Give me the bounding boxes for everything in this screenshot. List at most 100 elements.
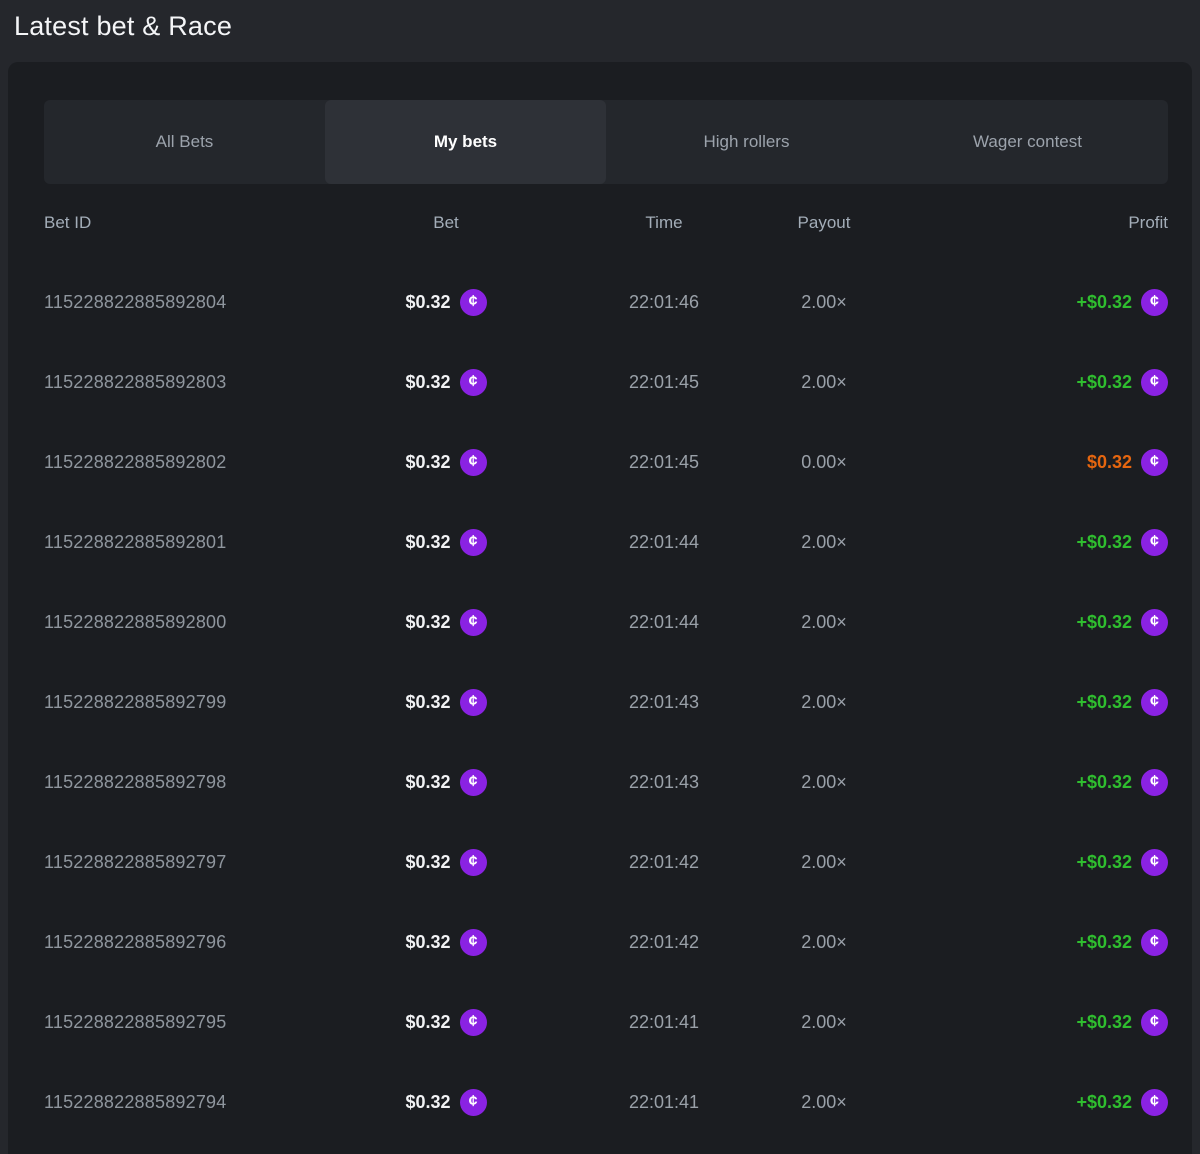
coin-icon: ¢ [1141, 289, 1168, 316]
column-header-bet: Bet [334, 213, 558, 233]
bet-amount-cell: $0.32 ¢ [334, 1089, 558, 1116]
profit-cell: +$0.32 ¢ [878, 289, 1168, 316]
table-row[interactable]: 115228822885892800 $0.32 ¢ 22:01:44 2.00… [44, 582, 1168, 662]
table-row[interactable]: 115228822885892796 $0.32 ¢ 22:01:42 2.00… [44, 902, 1168, 982]
profit-value: +$0.32 [1076, 372, 1132, 393]
payout-cell: 2.00× [770, 372, 878, 393]
table-row[interactable]: 115228822885892794 $0.32 ¢ 22:01:41 2.00… [44, 1062, 1168, 1142]
time-cell: 22:01:43 [558, 692, 770, 713]
profit-value: $0.32 [1087, 452, 1132, 473]
bet-id-cell: 115228822885892801 [44, 532, 334, 553]
bet-amount-cell: $0.32 ¢ [334, 769, 558, 796]
time-cell: 22:01:44 [558, 612, 770, 633]
time-cell: 22:01:43 [558, 772, 770, 793]
time-cell: 22:01:41 [558, 1012, 770, 1033]
table-row[interactable]: 115228822885892801 $0.32 ¢ 22:01:44 2.00… [44, 502, 1168, 582]
payout-cell: 2.00× [770, 772, 878, 793]
payout-cell: 2.00× [770, 932, 878, 953]
coin-icon: ¢ [1141, 1009, 1168, 1036]
bet-amount-value: $0.32 [405, 852, 450, 873]
profit-cell: +$0.32 ¢ [878, 769, 1168, 796]
bet-amount-cell: $0.32 ¢ [334, 369, 558, 396]
coin-icon: ¢ [460, 849, 487, 876]
table-row[interactable]: 115228822885892799 $0.32 ¢ 22:01:43 2.00… [44, 662, 1168, 742]
table-row[interactable]: 115228822885892795 $0.32 ¢ 22:01:41 2.00… [44, 982, 1168, 1062]
profit-value: +$0.32 [1076, 532, 1132, 553]
coin-icon: ¢ [1141, 609, 1168, 636]
profit-value: +$0.32 [1076, 612, 1132, 633]
bet-id-cell: 115228822885892802 [44, 452, 334, 473]
profit-value: +$0.32 [1076, 292, 1132, 313]
profit-value: +$0.32 [1076, 1012, 1132, 1033]
bet-amount-value: $0.32 [405, 1092, 450, 1113]
coin-icon: ¢ [460, 609, 487, 636]
bet-amount-value: $0.32 [405, 692, 450, 713]
bet-amount-cell: $0.32 ¢ [334, 849, 558, 876]
time-cell: 22:01:45 [558, 452, 770, 473]
payout-cell: 2.00× [770, 1092, 878, 1113]
payout-cell: 2.00× [770, 1012, 878, 1033]
tab-wager-contest[interactable]: Wager contest [887, 100, 1168, 184]
coin-icon: ¢ [1141, 1089, 1168, 1116]
coin-icon: ¢ [460, 769, 487, 796]
table-body: 115228822885892804 $0.32 ¢ 22:01:46 2.00… [44, 262, 1168, 1142]
profit-cell: +$0.32 ¢ [878, 1009, 1168, 1036]
table-row[interactable]: 115228822885892798 $0.32 ¢ 22:01:43 2.00… [44, 742, 1168, 822]
time-cell: 22:01:46 [558, 292, 770, 313]
coin-icon: ¢ [1141, 689, 1168, 716]
bet-amount-cell: $0.32 ¢ [334, 289, 558, 316]
column-header-profit: Profit [878, 213, 1168, 233]
coin-icon: ¢ [460, 369, 487, 396]
payout-cell: 2.00× [770, 852, 878, 873]
time-cell: 22:01:42 [558, 932, 770, 953]
coin-icon: ¢ [1141, 449, 1168, 476]
table-row[interactable]: 115228822885892803 $0.32 ¢ 22:01:45 2.00… [44, 342, 1168, 422]
profit-cell: +$0.32 ¢ [878, 689, 1168, 716]
profit-value: +$0.32 [1076, 772, 1132, 793]
bets-table: Bet ID Bet Time Payout Profit 1152288228… [44, 184, 1168, 1142]
tab-high-rollers[interactable]: High rollers [606, 100, 887, 184]
table-header-row: Bet ID Bet Time Payout Profit [44, 184, 1168, 262]
profit-value: +$0.32 [1076, 1092, 1132, 1113]
tab-my-bets[interactable]: My bets [325, 100, 606, 184]
bet-id-cell: 115228822885892799 [44, 692, 334, 713]
bet-id-cell: 115228822885892800 [44, 612, 334, 633]
bet-id-cell: 115228822885892798 [44, 772, 334, 793]
bet-id-cell: 115228822885892804 [44, 292, 334, 313]
profit-cell: +$0.32 ¢ [878, 529, 1168, 556]
coin-icon: ¢ [1141, 769, 1168, 796]
coin-icon: ¢ [460, 289, 487, 316]
coin-icon: ¢ [460, 929, 487, 956]
time-cell: 22:01:41 [558, 1092, 770, 1113]
bet-amount-value: $0.32 [405, 932, 450, 953]
coin-icon: ¢ [1141, 929, 1168, 956]
profit-value: +$0.32 [1076, 852, 1132, 873]
coin-icon: ¢ [460, 689, 487, 716]
table-row[interactable]: 115228822885892802 $0.32 ¢ 22:01:45 0.00… [44, 422, 1168, 502]
coin-icon: ¢ [1141, 529, 1168, 556]
bet-id-cell: 115228822885892796 [44, 932, 334, 953]
column-header-payout: Payout [770, 213, 878, 233]
coin-icon: ¢ [460, 1089, 487, 1116]
profit-cell: +$0.32 ¢ [878, 609, 1168, 636]
coin-icon: ¢ [1141, 369, 1168, 396]
profit-cell: +$0.32 ¢ [878, 929, 1168, 956]
bet-id-cell: 115228822885892797 [44, 852, 334, 873]
profit-value: +$0.32 [1076, 692, 1132, 713]
tab-all-bets[interactable]: All Bets [44, 100, 325, 184]
column-header-time: Time [558, 213, 770, 233]
payout-cell: 2.00× [770, 612, 878, 633]
profit-cell: +$0.32 ¢ [878, 1089, 1168, 1116]
profit-cell: +$0.32 ¢ [878, 369, 1168, 396]
bet-id-cell: 115228822885892794 [44, 1092, 334, 1113]
table-row[interactable]: 115228822885892804 $0.32 ¢ 22:01:46 2.00… [44, 262, 1168, 342]
table-row[interactable]: 115228822885892797 $0.32 ¢ 22:01:42 2.00… [44, 822, 1168, 902]
bet-amount-cell: $0.32 ¢ [334, 609, 558, 636]
profit-cell: $0.32 ¢ [878, 449, 1168, 476]
page-title: Latest bet & Race [14, 11, 1200, 42]
time-cell: 22:01:45 [558, 372, 770, 393]
time-cell: 22:01:42 [558, 852, 770, 873]
bet-amount-cell: $0.32 ¢ [334, 449, 558, 476]
bet-amount-value: $0.32 [405, 372, 450, 393]
profit-cell: +$0.32 ¢ [878, 849, 1168, 876]
